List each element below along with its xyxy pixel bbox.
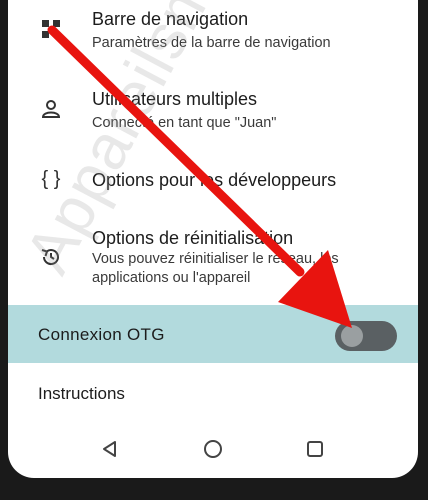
- back-icon[interactable]: [94, 433, 126, 465]
- otg-connection-row[interactable]: Connexion OTG: [8, 305, 418, 363]
- settings-item-title: Barre de navigation: [92, 9, 249, 29]
- nav-bar-icon: [38, 16, 64, 42]
- person-icon: [38, 96, 64, 122]
- settings-item-multiple-users[interactable]: Utilisateurs multiples Connecté en tant …: [8, 80, 418, 140]
- toggle-knob: [341, 325, 363, 347]
- recents-icon[interactable]: [299, 433, 331, 465]
- braces-icon: { }: [41, 167, 61, 190]
- otg-toggle-switch[interactable]: [335, 321, 397, 351]
- settings-item-title: Utilisateurs multiples: [92, 89, 258, 109]
- history-icon: [38, 244, 64, 270]
- settings-item-title: Options de réinitialisation: [92, 228, 294, 248]
- settings-item-subtitle: Vous pouvez réinitialiser le réseau, les…: [92, 251, 339, 286]
- settings-item-subtitle: Paramètres de la barre de navigation: [92, 35, 331, 51]
- home-icon[interactable]: [197, 433, 229, 465]
- settings-screen: Barre de navigation Paramètres de la bar…: [8, 0, 418, 478]
- settings-item-developer-options[interactable]: { } Options pour les développeurs: [8, 160, 418, 204]
- settings-item-reset-options[interactable]: Options de réinitialisation Vous pouvez …: [8, 220, 418, 300]
- system-navigation-bar: [8, 425, 418, 473]
- otg-connection-label: Connexion OTG: [38, 325, 165, 344]
- settings-item-subtitle: Connecté en tant que "Juan": [92, 115, 277, 131]
- instructions-item[interactable]: Instructions: [38, 384, 125, 404]
- settings-item-navigation-bar[interactable]: Barre de navigation Paramètres de la bar…: [8, 0, 418, 60]
- settings-item-title: Options pour les développeurs: [92, 170, 337, 190]
